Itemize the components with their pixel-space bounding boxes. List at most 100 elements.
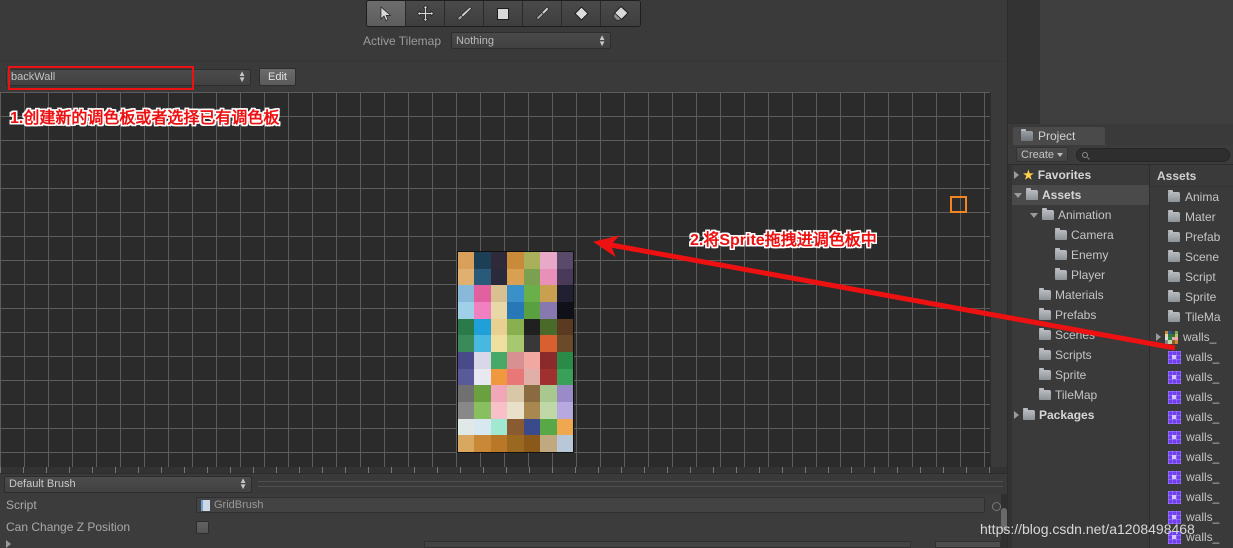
tree-item-enemy[interactable]: Enemy: [1008, 245, 1149, 265]
tile-cell[interactable]: [458, 285, 475, 302]
list-item[interactable]: walls_: [1150, 447, 1233, 467]
tile-cell[interactable]: [540, 252, 557, 269]
tile-cell[interactable]: [507, 252, 524, 269]
tile-cell[interactable]: [556, 301, 573, 319]
tree-item-sprite[interactable]: Sprite: [1008, 365, 1149, 385]
object-picker-icon[interactable]: [992, 502, 1001, 511]
tree-item-prefabs[interactable]: Prefabs: [1008, 305, 1149, 325]
can-change-z-checkbox[interactable]: [196, 520, 209, 534]
list-item[interactable]: TileMa: [1150, 307, 1233, 327]
paint-tool-button[interactable]: [445, 1, 484, 26]
tile-cell[interactable]: [556, 385, 573, 402]
edit-button[interactable]: Edit: [259, 68, 296, 86]
picker-tool-button[interactable]: [523, 1, 562, 26]
tile-cell[interactable]: [507, 368, 524, 386]
tile-cell[interactable]: [540, 385, 557, 402]
tile-cell[interactable]: [490, 335, 508, 352]
tile-cell[interactable]: [474, 252, 491, 269]
tile-cell[interactable]: [490, 401, 508, 419]
tile-cell[interactable]: [474, 385, 491, 402]
tile-cell[interactable]: [540, 401, 557, 419]
list-item[interactable]: walls_: [1150, 407, 1233, 427]
tile-cell[interactable]: [507, 318, 524, 336]
tile-cell[interactable]: [458, 252, 475, 269]
tile-cell[interactable]: [523, 335, 541, 352]
tile-cell[interactable]: [540, 301, 557, 319]
list-item[interactable]: Script: [1150, 267, 1233, 287]
tile-cell[interactable]: [523, 301, 541, 319]
tile-cell[interactable]: [556, 252, 573, 269]
tile-cell[interactable]: [474, 435, 491, 452]
tile-cell[interactable]: [556, 335, 573, 352]
partial-button[interactable]: [935, 541, 1001, 548]
palette-canvas[interactable]: [0, 92, 990, 467]
tile-cell[interactable]: [458, 318, 475, 336]
list-item[interactable]: walls_: [1150, 427, 1233, 447]
project-list-column[interactable]: Assets Anima Mater Prefab Scene Script Sprite…: [1150, 165, 1233, 548]
move-tool-button[interactable]: [406, 1, 445, 26]
tile-cell[interactable]: [507, 401, 524, 419]
list-item[interactable]: Sprite: [1150, 287, 1233, 307]
tile-cell[interactable]: [490, 351, 508, 369]
list-item[interactable]: walls_: [1150, 347, 1233, 367]
tile-cell[interactable]: [474, 401, 491, 419]
tile-cell[interactable]: [507, 285, 524, 302]
tile-cell[interactable]: [540, 351, 557, 369]
tile-cell[interactable]: [556, 368, 573, 386]
list-item[interactable]: walls_: [1150, 507, 1233, 527]
tile-cell[interactable]: [507, 351, 524, 369]
chevron-right-icon[interactable]: [1014, 171, 1019, 179]
tile-cell[interactable]: [523, 401, 541, 419]
create-button[interactable]: Create: [1016, 147, 1069, 162]
tile-cell[interactable]: [556, 418, 573, 436]
tile-cell[interactable]: [540, 368, 557, 386]
list-item[interactable]: walls_: [1150, 367, 1233, 387]
tile-cell[interactable]: [523, 268, 541, 286]
tile-cell[interactable]: [540, 435, 557, 452]
tile-cell[interactable]: [556, 318, 573, 336]
tree-item-assets[interactable]: Assets: [1008, 185, 1149, 205]
tree-item-scenes[interactable]: Scenes: [1008, 325, 1149, 345]
tile-cell[interactable]: [540, 418, 557, 436]
tile-cell[interactable]: [458, 268, 475, 286]
tree-item-favorites[interactable]: ★ Favorites: [1008, 165, 1149, 185]
list-item[interactable]: walls_: [1150, 387, 1233, 407]
tile-cell[interactable]: [474, 268, 491, 286]
tile-cell[interactable]: [556, 351, 573, 369]
chevron-right-icon[interactable]: [6, 540, 11, 548]
tree-item-player[interactable]: Player: [1008, 265, 1149, 285]
tree-item-materials[interactable]: Materials: [1008, 285, 1149, 305]
tile-cell[interactable]: [458, 351, 475, 369]
tile-cell[interactable]: [474, 318, 491, 336]
tile-cell[interactable]: [458, 435, 475, 452]
select-tool-button[interactable]: [367, 1, 406, 26]
fill-tool-button[interactable]: [601, 1, 640, 26]
tile-cell[interactable]: [458, 401, 475, 419]
tile-cell[interactable]: [523, 368, 541, 386]
tile-cell[interactable]: [474, 418, 491, 436]
tile-cell[interactable]: [458, 385, 475, 402]
chevron-right-icon[interactable]: [1014, 411, 1019, 419]
tile-cell[interactable]: [523, 285, 541, 302]
tab-project[interactable]: Project: [1013, 127, 1105, 145]
tile-cell[interactable]: [458, 301, 475, 319]
tile-cell[interactable]: [523, 385, 541, 402]
tile-cell[interactable]: [507, 435, 524, 452]
script-object-field[interactable]: GridBrush: [196, 497, 985, 513]
partial-input-field[interactable]: [424, 541, 911, 548]
tile-cell[interactable]: [556, 268, 573, 286]
tile-cell[interactable]: [490, 418, 508, 436]
list-item[interactable]: walls_: [1150, 527, 1233, 547]
list-item[interactable]: Prefab: [1150, 227, 1233, 247]
tile-cell[interactable]: [474, 351, 491, 369]
chevron-right-icon[interactable]: [1156, 333, 1161, 341]
tile-cell[interactable]: [523, 318, 541, 336]
tile-cell[interactable]: [490, 285, 508, 302]
list-item[interactable]: Scene: [1150, 247, 1233, 267]
tile-cell[interactable]: [523, 252, 541, 269]
tile-cell[interactable]: [490, 435, 508, 452]
list-item[interactable]: walls_: [1150, 487, 1233, 507]
tile-cell[interactable]: [490, 268, 508, 286]
tile-cell[interactable]: [523, 351, 541, 369]
tile-cell[interactable]: [523, 418, 541, 436]
